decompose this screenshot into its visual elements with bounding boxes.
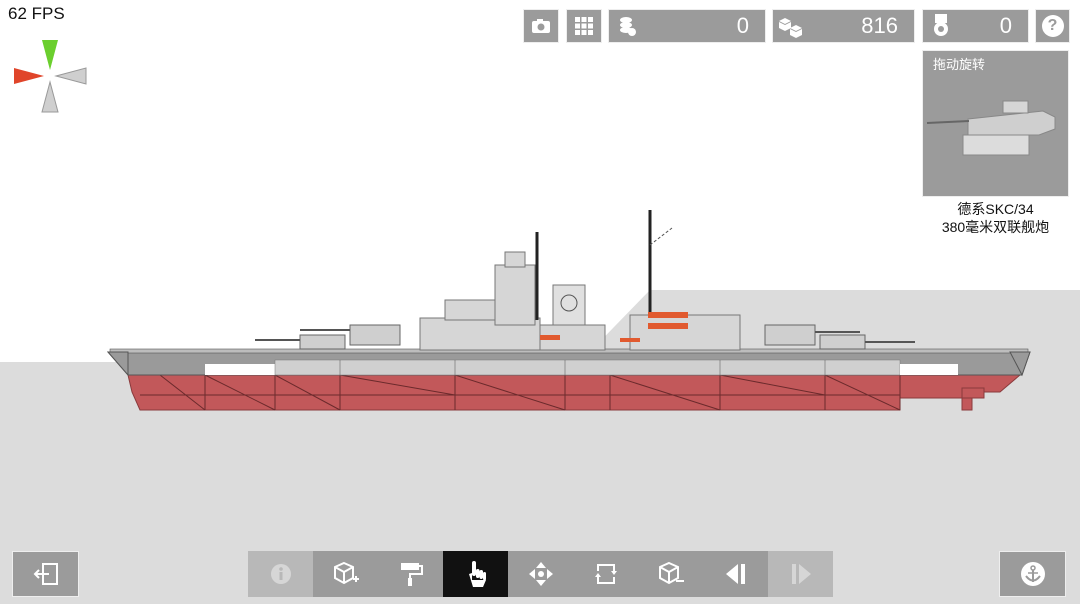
select-tool[interactable] [443, 551, 508, 597]
gizmo-y-down-arrow [41, 80, 59, 113]
help-icon: ? [1041, 15, 1064, 37]
move-tool[interactable] [508, 551, 573, 597]
rotate-icon [594, 564, 617, 584]
turret-preview-image [926, 100, 1056, 156]
coins-value: 0 [736, 13, 749, 38]
info-tool[interactable] [248, 551, 313, 597]
delete-block-tool[interactable] [638, 551, 703, 597]
battleship-model[interactable] [0, 0, 1080, 604]
hand-pointer-icon [468, 561, 486, 587]
undo-icon [725, 564, 745, 584]
coins-counter: 0 [608, 9, 766, 43]
gizmo-x-right-arrow [54, 67, 87, 85]
medal-icon [934, 14, 948, 36]
redo-icon [791, 564, 811, 584]
coins-icon [620, 17, 636, 36]
camera-button[interactable] [523, 9, 559, 43]
paint-roller-icon [400, 563, 423, 586]
info-icon [270, 564, 291, 584]
camera-icon [532, 19, 550, 33]
add-block-tool[interactable] [313, 551, 378, 597]
exit-button[interactable] [12, 551, 79, 597]
fps-counter: 62 FPS [8, 4, 65, 23]
gizmo-x-left-arrow [14, 68, 44, 84]
medals-value: 0 [999, 13, 1012, 38]
redo-tool[interactable] [768, 551, 833, 597]
part-preview[interactable]: 拖动旋转 [922, 50, 1069, 197]
anchor-button[interactable] [999, 551, 1066, 597]
medals-counter: 0 [922, 9, 1029, 43]
grid-icon [575, 17, 593, 35]
selected-part-name: 德系SKC/34 380毫米双联舰炮 [941, 201, 1050, 235]
rotate-tool[interactable] [573, 551, 638, 597]
blocks-counter: 816 [772, 9, 915, 43]
exit-icon [33, 563, 58, 585]
blocks-icon [779, 18, 802, 38]
grid-button[interactable] [566, 9, 602, 43]
orientation-gizmo[interactable] [12, 38, 88, 114]
help-button[interactable]: ? [1035, 9, 1070, 43]
add-block-icon [333, 561, 359, 585]
build-viewport[interactable] [0, 0, 1080, 604]
remove-block-icon [658, 561, 684, 585]
move-arrows-icon [528, 562, 553, 586]
blocks-value: 816 [861, 13, 898, 38]
tool-bar [248, 551, 833, 597]
paint-tool[interactable] [378, 551, 443, 597]
undo-tool[interactable] [703, 551, 768, 597]
gizmo-y-up-arrow [42, 40, 58, 70]
anchor-icon [1020, 562, 1045, 586]
